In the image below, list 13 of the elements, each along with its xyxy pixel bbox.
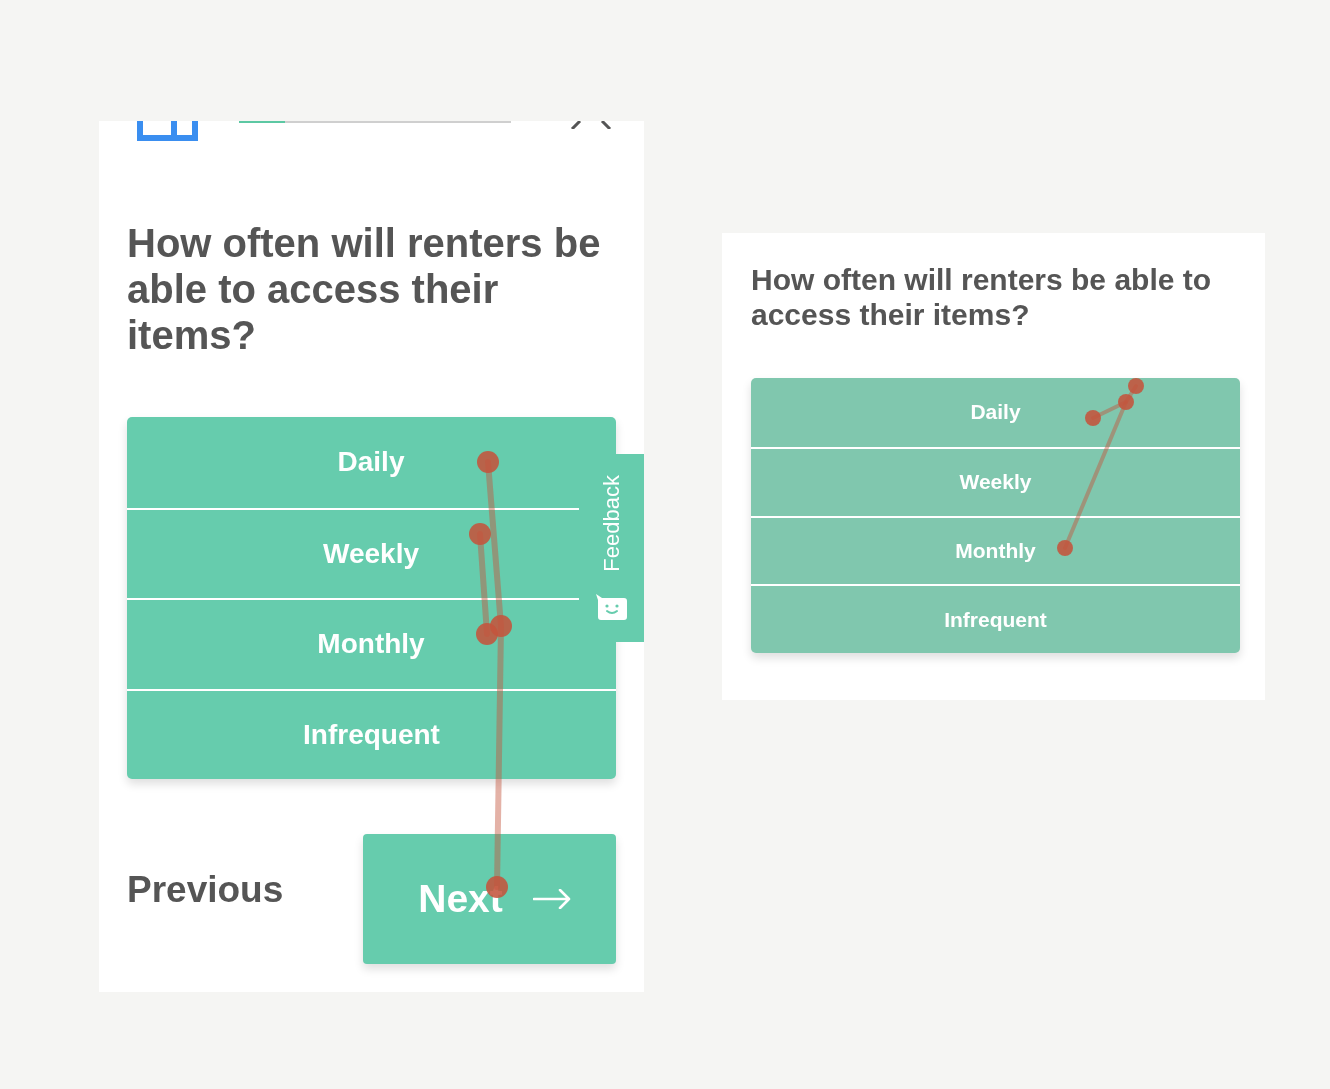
answer-option[interactable]: Daily xyxy=(751,378,1240,447)
question-heading: How often will renters be able to access their items? xyxy=(751,262,1213,332)
box-logo-icon xyxy=(137,121,198,141)
answer-option[interactable]: Infrequent xyxy=(751,584,1240,653)
previous-button[interactable]: Previous xyxy=(127,869,284,911)
next-button[interactable]: Next xyxy=(363,834,616,964)
answer-option[interactable]: Weekly xyxy=(751,446,1240,516)
smiley-chat-icon xyxy=(596,594,627,620)
answer-option[interactable]: Daily xyxy=(127,417,579,508)
answer-option[interactable]: Infrequent xyxy=(127,688,616,779)
close-icon[interactable] xyxy=(570,121,612,129)
arrow-right-icon xyxy=(532,889,571,909)
question-heading: How often will renters be able to access their items? xyxy=(127,220,602,358)
